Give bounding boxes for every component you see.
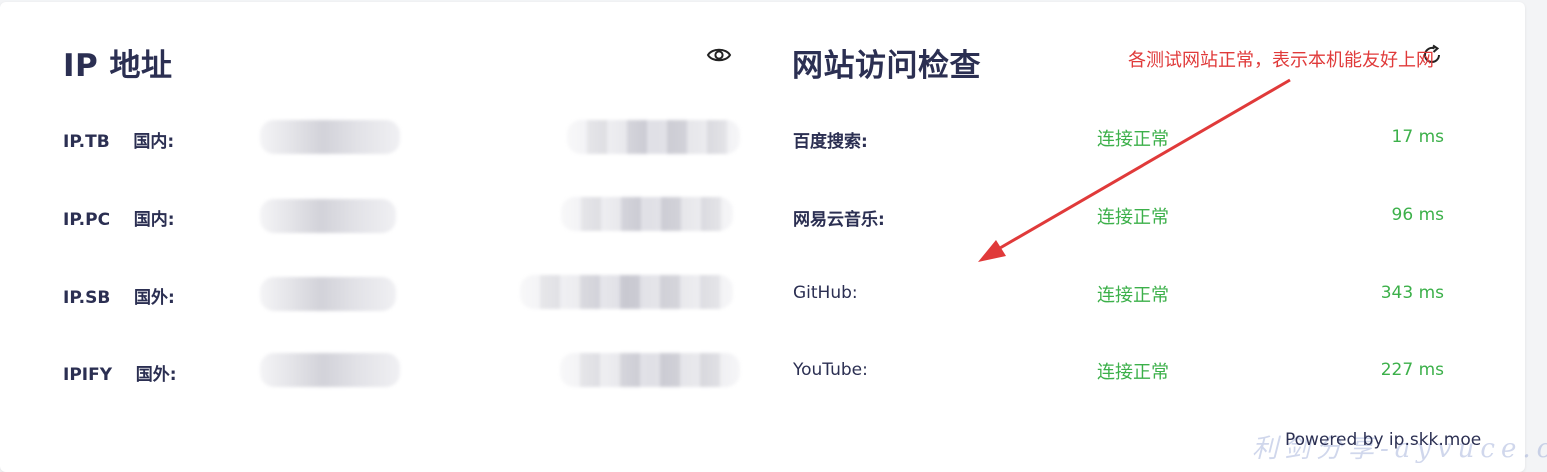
redacted-ip-address: [260, 277, 396, 311]
annotation-text: 各测试网站正常，表示本机能友好上网: [1128, 50, 1434, 71]
redacted-ip-location: [560, 353, 740, 387]
site-check-title: 网站访问检查: [792, 48, 981, 84]
eye-icon[interactable]: [706, 44, 732, 66]
ip-check-card: [0, 2, 1525, 472]
site-name-baidu: 百度搜索:: [793, 132, 868, 152]
site-name-youtube: YouTube:: [793, 360, 868, 380]
redacted-ip-address: [260, 199, 396, 233]
redacted-ip-location: [567, 120, 740, 154]
site-latency-netease-music: 96 ms: [1391, 205, 1444, 225]
site-status-youtube: 连接正常: [1097, 362, 1169, 383]
redacted-ip-address: [260, 353, 400, 387]
ip-row-label-iptb: IP.TB 国内:: [63, 132, 175, 152]
ip-row-label-ipsb: IP.SB 国外:: [63, 288, 175, 308]
site-status-github: 连接正常: [1097, 285, 1169, 306]
powered-by-footer: Powered by ip.skk.moe: [1285, 430, 1482, 450]
site-latency-baidu: 17 ms: [1391, 127, 1444, 147]
ip-panel-title: IP 地址: [63, 48, 173, 84]
site-name-netease-music: 网易云音乐:: [793, 210, 885, 230]
ip-row-label-ippc: IP.PC 国内:: [63, 210, 175, 230]
site-status-netease-music: 连接正常: [1097, 207, 1169, 228]
site-status-baidu: 连接正常: [1097, 129, 1169, 150]
redacted-ip-location: [561, 197, 733, 231]
redacted-ip-location: [520, 275, 733, 309]
site-latency-github: 343 ms: [1380, 283, 1444, 303]
redacted-ip-address: [260, 120, 400, 154]
site-latency-youtube: 227 ms: [1380, 360, 1444, 380]
ip-row-label-ipify: IPIFY 国外:: [63, 365, 177, 385]
site-name-github: GitHub:: [793, 283, 858, 303]
